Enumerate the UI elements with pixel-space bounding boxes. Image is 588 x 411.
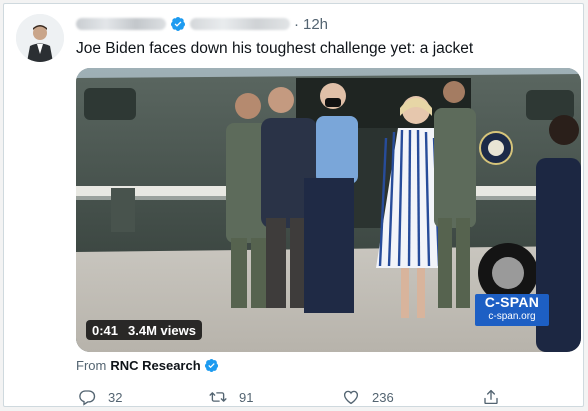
cspan-logo-text: C-SPAN: [484, 294, 540, 310]
like-count: 236: [372, 389, 394, 405]
retweet-count: 91: [239, 389, 254, 405]
verified-badge-icon: [171, 17, 185, 31]
reply-button[interactable]: 32: [78, 386, 122, 408]
share-button[interactable]: [482, 386, 500, 408]
like-icon: [343, 390, 359, 405]
from-label: From: [76, 358, 107, 373]
source-account-link[interactable]: RNC Research: [110, 358, 200, 373]
like-button[interactable]: 236: [342, 386, 394, 408]
cspan-url: c-span.org: [488, 311, 536, 322]
tweet-actions: 32 91 236: [76, 386, 506, 408]
tweet-text: Joe Biden faces down his toughest challe…: [76, 40, 474, 57]
retweet-button[interactable]: 91: [209, 386, 253, 408]
reply-icon: [79, 390, 96, 406]
share-icon: [484, 389, 498, 405]
video-view-count: 3.4M views: [128, 322, 196, 338]
reply-count: 32: [108, 389, 123, 405]
source-attribution: From RNC Research: [76, 358, 223, 373]
video-duration-badge: 0:41 3.4M views: [86, 320, 202, 340]
avatar[interactable]: [16, 14, 64, 62]
retweet-icon: [209, 392, 227, 402]
verified-badge-icon: [204, 358, 218, 373]
author-handle-redacted[interactable]: [190, 18, 290, 30]
author-name-redacted[interactable]: [76, 18, 166, 30]
timestamp[interactable]: 12h: [303, 16, 328, 33]
video-player[interactable]: 0:41 3.4M views C-SPAN c-span.org: [76, 68, 581, 352]
tweet-header: · 12h: [76, 14, 328, 34]
tweet-card[interactable]: · 12h Joe Biden faces down his toughest …: [3, 3, 584, 407]
cspan-watermark: C-SPAN c-span.org: [475, 294, 549, 326]
avatar-photo: [16, 14, 64, 62]
video-duration: 0:41: [92, 322, 119, 338]
separator-dot: ·: [294, 15, 299, 33]
